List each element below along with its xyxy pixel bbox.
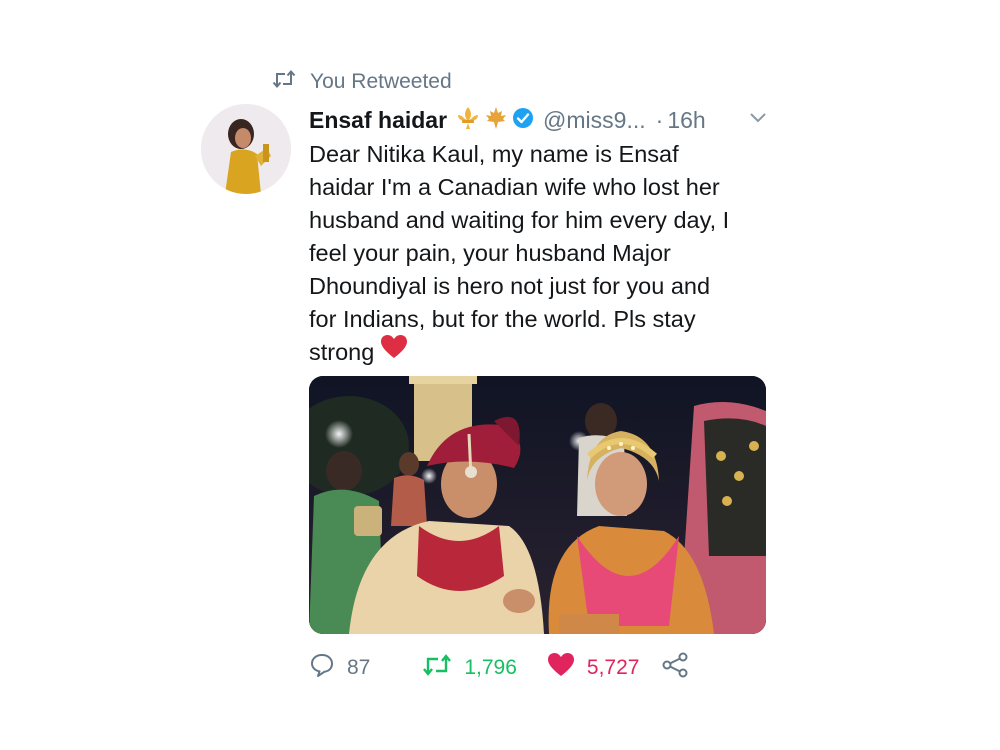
tweet-text-line: haidar I'm a Canadian wife who lost her: [309, 174, 720, 200]
chevron-down-icon[interactable]: [747, 106, 769, 133]
fleur-de-lis-emoji: [455, 105, 481, 136]
retweet-button[interactable]: 1,796: [422, 653, 517, 683]
reply-count: 87: [347, 656, 371, 679]
maple-leaf-emoji: [483, 105, 509, 136]
tweet-text-line: husband and waiting for him every day, I: [309, 207, 730, 233]
red-heart-emoji: [380, 334, 408, 369]
tweet-text-line: for Indians, but for the world. Pls stay: [309, 306, 696, 332]
tweet-time[interactable]: 16h: [667, 107, 705, 134]
retweet-context-label: You Retweeted: [310, 70, 452, 93]
retweet-context: You Retweeted: [272, 68, 452, 96]
tweet-text: Dear Nitika Kaul, my name is Ensaf haida…: [309, 138, 769, 371]
tweet-text-line: Dear Nitika Kaul, my name is Ensaf: [309, 141, 679, 167]
author-handle[interactable]: @miss9...: [543, 107, 646, 134]
heart-icon: [547, 652, 575, 684]
like-button[interactable]: 5,727: [547, 652, 640, 684]
retweet-count: 1,796: [464, 656, 517, 679]
tweet-text-last-line: strong: [309, 334, 769, 371]
avatar[interactable]: [201, 104, 291, 194]
share-button[interactable]: [661, 652, 689, 684]
tweet-text-line: strong: [309, 339, 375, 365]
separator-dot: ·: [655, 106, 664, 133]
share-icon: [661, 652, 689, 684]
reply-button[interactable]: 87: [309, 652, 370, 684]
author-name[interactable]: Ensaf haidar: [309, 107, 447, 134]
reply-icon: [309, 652, 335, 684]
tweet-actions: 87 1,796 5,727: [309, 650, 689, 686]
verified-badge-icon: [511, 106, 535, 135]
tweet-header: Ensaf haidar @miss9... · 16h: [309, 104, 769, 136]
like-count: 5,727: [586, 656, 640, 679]
name-badges: [455, 105, 535, 136]
tweet-media-photo[interactable]: [309, 376, 766, 634]
retweet-icon: [272, 69, 296, 95]
tweet-text-line: feel your pain, your husband Major: [309, 240, 671, 266]
retweet-icon: [422, 653, 452, 683]
tweet-text-line: Dhoundiyal is hero not just for you and: [309, 273, 711, 299]
